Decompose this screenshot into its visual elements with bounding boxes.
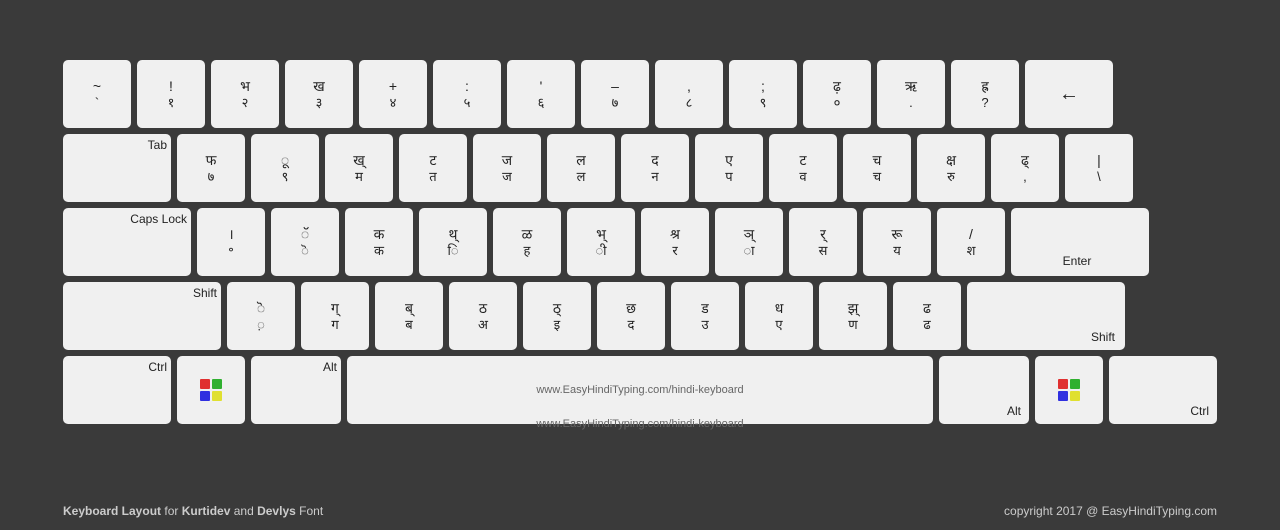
key-j[interactable]: श्रर	[641, 208, 709, 276]
footer-label-font: Font	[299, 504, 323, 518]
key-0[interactable]: ढ़०	[803, 60, 871, 128]
key-backtick[interactable]: ~`	[63, 60, 131, 128]
key-8[interactable]: ,८	[655, 60, 723, 128]
key-v[interactable]: ठअ	[449, 282, 517, 350]
key-i[interactable]: एप	[695, 134, 763, 202]
key-comma[interactable]: धए	[745, 282, 813, 350]
key-m[interactable]: डउ	[671, 282, 739, 350]
key-equal[interactable]: ह्र?	[951, 60, 1019, 128]
row-2: Tab फ७ ू९ ख्म टत जज लल दन एप टव चच क्षरु…	[63, 134, 1217, 202]
key-q[interactable]: फ७	[177, 134, 245, 202]
key-s[interactable]: ॅॆ	[271, 208, 339, 276]
win-right-key[interactable]	[1035, 356, 1103, 424]
footer-label-for: for	[164, 504, 181, 518]
footer-label-kurtidev: Kurtidev	[182, 504, 231, 518]
alt-left-key[interactable]: Alt	[251, 356, 341, 424]
key-n[interactable]: छद	[597, 282, 665, 350]
key-p[interactable]: चच	[843, 134, 911, 202]
row-4: Shift ॆ़ ग्ग ब्ब ठअ ठ्इ छद डउ धए झ्ण ढढ …	[63, 282, 1217, 350]
ctrl-left-key[interactable]: Ctrl	[63, 356, 171, 424]
key-5[interactable]: :५	[433, 60, 501, 128]
win-left-key[interactable]	[177, 356, 245, 424]
key-a[interactable]: ।॰	[197, 208, 265, 276]
key-bracket-r[interactable]: ढ्,	[991, 134, 1059, 202]
key-quote[interactable]: /श	[937, 208, 1005, 276]
footer-label-and: and	[234, 504, 257, 518]
shift-right-key[interactable]: Shift	[967, 282, 1125, 350]
key-6[interactable]: '६	[507, 60, 575, 128]
key-semicolon[interactable]: रूय	[863, 208, 931, 276]
key-b[interactable]: ठ्इ	[523, 282, 591, 350]
key-d[interactable]: कक	[345, 208, 413, 276]
key-4[interactable]: +४	[359, 60, 427, 128]
key-z[interactable]: ॆ़	[227, 282, 295, 350]
key-w[interactable]: ू९	[251, 134, 319, 202]
key-h[interactable]: भ्ी	[567, 208, 635, 276]
key-3[interactable]: ख३	[285, 60, 353, 128]
windows-icon-right	[1058, 379, 1080, 401]
key-1[interactable]: !१	[137, 60, 205, 128]
key-g[interactable]: ळह	[493, 208, 561, 276]
keyboard: ~` !१ भ२ ख३ +४ :५ '६ –७ ,८ ;९ ढ़० ऋ. ह्र…	[63, 60, 1217, 430]
key-c[interactable]: ब्ब	[375, 282, 443, 350]
key-9[interactable]: ;९	[729, 60, 797, 128]
key-k[interactable]: ञ्ा	[715, 208, 783, 276]
row-3: Caps Lock ।॰ ॅॆ कक थ्ि ळह भ्ी श्रर ञ्ा र…	[63, 208, 1217, 276]
caps-lock-key[interactable]: Caps Lock	[63, 208, 191, 276]
key-bracket-l[interactable]: क्षरु	[917, 134, 985, 202]
key-y[interactable]: लल	[547, 134, 615, 202]
key-7[interactable]: –७	[581, 60, 649, 128]
key-l[interactable]: र्स	[789, 208, 857, 276]
key-o[interactable]: टव	[769, 134, 837, 202]
key-period[interactable]: झ्ण	[819, 282, 887, 350]
space-key[interactable]: www.EasyHindiTyping.com/hindi-keyboard	[347, 356, 933, 424]
enter-key[interactable]: Enter	[1011, 208, 1149, 276]
key-slash[interactable]: ढढ	[893, 282, 961, 350]
key-f[interactable]: थ्ि	[419, 208, 487, 276]
backspace-key[interactable]: ←	[1025, 60, 1113, 128]
row-1: ~` !१ भ२ ख३ +४ :५ '६ –७ ,८ ;९ ढ़० ऋ. ह्र…	[63, 60, 1217, 128]
key-minus[interactable]: ऋ.	[877, 60, 945, 128]
key-2[interactable]: भ२	[211, 60, 279, 128]
row-5: Ctrl Alt www.EasyHindiTyping.com/hindi-k…	[63, 356, 1217, 424]
key-u[interactable]: दन	[621, 134, 689, 202]
key-backslash[interactable]: |\	[1065, 134, 1133, 202]
key-x[interactable]: ग्ग	[301, 282, 369, 350]
footer-left-text: Keyboard Layout for Kurtidev and Devlys …	[63, 504, 323, 518]
key-r[interactable]: टत	[399, 134, 467, 202]
key-e[interactable]: ख्म	[325, 134, 393, 202]
footer-label-bold: Keyboard Layout	[63, 504, 161, 518]
footer: Keyboard Layout for Kurtidev and Devlys …	[63, 504, 1217, 518]
footer-right-text: copyright 2017 @ EasyHindiTyping.com	[1004, 504, 1217, 518]
tab-key[interactable]: Tab	[63, 134, 171, 202]
windows-icon-left	[200, 379, 222, 401]
key-t[interactable]: जज	[473, 134, 541, 202]
ctrl-right-key[interactable]: Ctrl	[1109, 356, 1217, 424]
alt-right-key[interactable]: Alt	[939, 356, 1029, 424]
footer-label-devlys: Devlys	[257, 504, 296, 518]
shift-left-key[interactable]: Shift	[63, 282, 221, 350]
